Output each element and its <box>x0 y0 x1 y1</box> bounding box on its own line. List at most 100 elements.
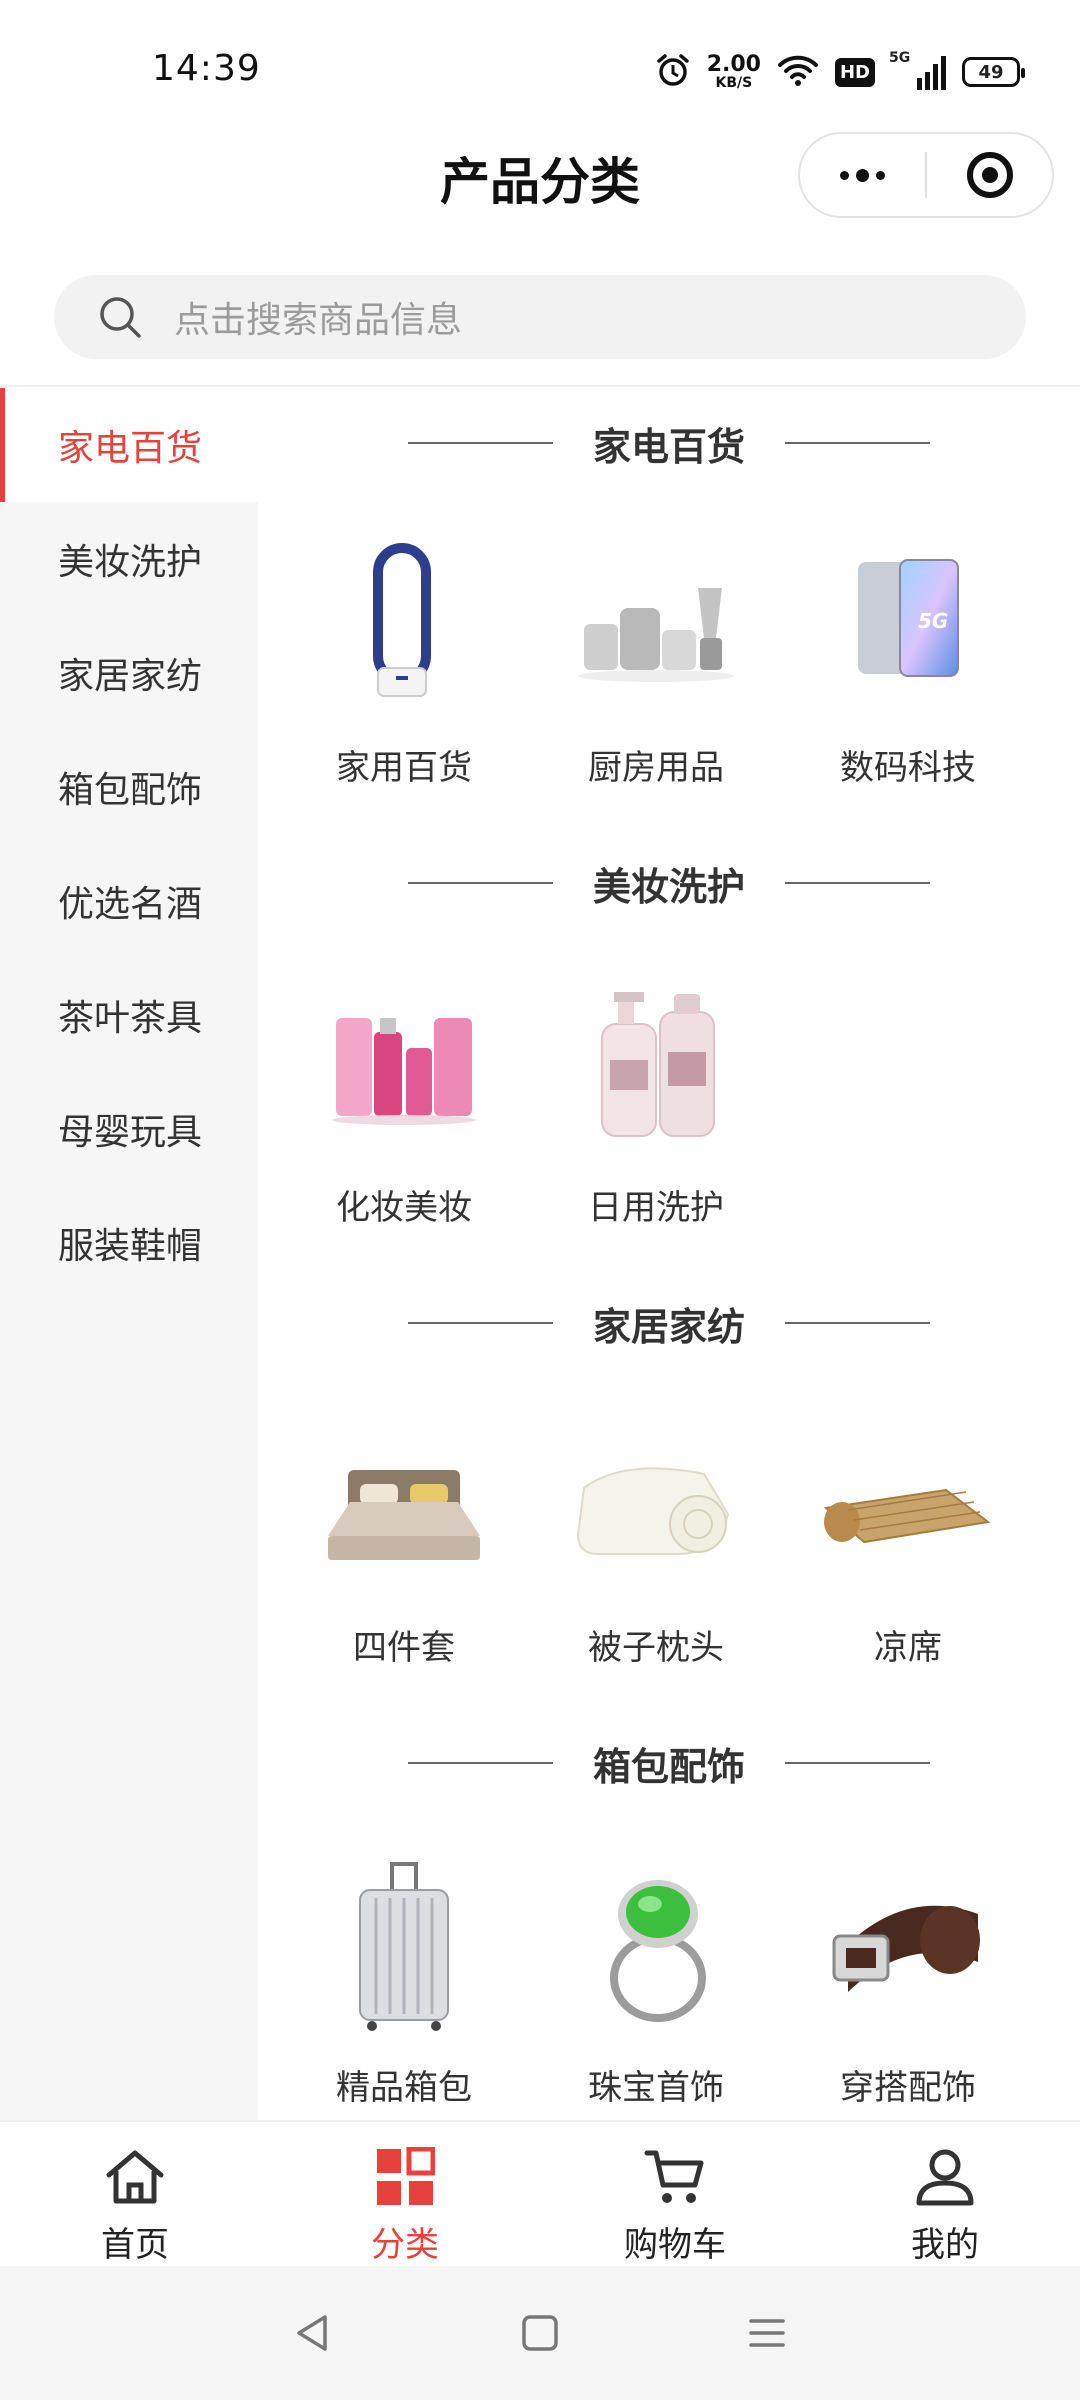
section-header: 美妆洗护 <box>258 828 1080 938</box>
tab-cart[interactable]: 购物车 <box>540 2122 810 2266</box>
category-cell[interactable]: 四件套 <box>278 1378 530 1708</box>
sidebar-item-label: 茶叶茶具 <box>58 998 203 1039</box>
tab-mine[interactable]: 我的 <box>810 2122 1080 2266</box>
tab-label: 首页 <box>101 2225 169 2265</box>
sidebar-item-home-textiles[interactable]: 家居家纺 <box>0 616 258 730</box>
section-title: 美妆洗护 <box>592 864 745 909</box>
header-divider <box>0 385 1080 387</box>
status-icons: 2.00 KB/S HD 5G 49 <box>655 50 1025 94</box>
category-cell[interactable]: 家用百货 <box>278 498 530 828</box>
signal-label: 5G <box>889 50 911 66</box>
sidebar-item-label: 母婴玩具 <box>58 1112 203 1153</box>
category-label: 被子枕头 <box>588 1628 724 1668</box>
tab-label: 我的 <box>911 2225 979 2265</box>
category-label: 家用百货 <box>336 748 472 788</box>
user-icon <box>910 2142 980 2211</box>
category-content: 家电百货 家用百货 厨房用品 5G 数码科技 美妆洗护 化妆美妆 日用洗护 家居… <box>258 388 1080 2120</box>
category-label: 精品箱包 <box>336 2068 472 2108</box>
sidebar-item-bags[interactable]: 箱包配饰 <box>0 730 258 844</box>
alarm-icon <box>655 52 691 92</box>
search-icon <box>90 287 150 347</box>
tab-label: 购物车 <box>624 2225 726 2265</box>
sidebar-item-wine[interactable]: 优选名酒 <box>0 844 258 958</box>
tab-home[interactable]: 首页 <box>0 2122 270 2266</box>
category-label: 四件套 <box>353 1628 455 1668</box>
sidebar-item-apparel[interactable]: 服装鞋帽 <box>0 1186 258 1300</box>
category-label: 厨房用品 <box>588 748 724 788</box>
sidebar-item-label: 优选名酒 <box>58 884 203 925</box>
app-screen: 14:39 2.00 KB/S HD 5G 49 产品分类 点击搜索商品信息 家… <box>0 0 1080 2400</box>
home-square-icon[interactable] <box>510 2303 570 2363</box>
sidebar-item-label: 家居家纺 <box>58 656 203 697</box>
jade-ring-image <box>566 1858 746 2038</box>
category-label: 珠宝首饰 <box>588 2068 724 2108</box>
hd-icon: HD <box>834 57 875 87</box>
category-cell[interactable]: 日用洗护 <box>530 938 782 1268</box>
category-cell[interactable]: 化妆美妆 <box>278 938 530 1268</box>
category-cell[interactable]: 精品箱包 <box>278 1818 530 2120</box>
section-beauty: 美妆洗护 化妆美妆 日用洗护 <box>258 828 1080 1268</box>
category-label: 日用洗护 <box>588 1188 724 1228</box>
tab-category[interactable]: 分类 <box>270 2122 540 2266</box>
sidebar-item-beauty[interactable]: 美妆洗护 <box>0 502 258 616</box>
category-cell[interactable]: 5G 数码科技 <box>782 498 1034 828</box>
category-label: 穿搭配饰 <box>840 2068 976 2108</box>
search-bar[interactable]: 点击搜索商品信息 <box>54 275 1026 359</box>
section-title: 家居家纺 <box>592 1304 745 1349</box>
section-header: 家居家纺 <box>258 1268 1080 1378</box>
category-grid-icon <box>370 2142 440 2211</box>
net-speed-value: 2.00 <box>706 52 761 77</box>
battery-level: 49 <box>978 61 1004 83</box>
wifi-icon <box>777 53 819 91</box>
sidebar-item-label: 箱包配饰 <box>58 770 203 811</box>
sidebar-item-tea[interactable]: 茶叶茶具 <box>0 958 258 1072</box>
suitcase-image <box>314 1858 494 2038</box>
search-placeholder: 点击搜索商品信息 <box>174 300 463 341</box>
section-home-textiles: 家居家纺 四件套 被子枕头 凉席 <box>258 1268 1080 1708</box>
sidebar-item-appliances[interactable]: 家电百货 <box>0 388 258 502</box>
bed-image <box>314 1418 494 1598</box>
menu-lines-icon[interactable] <box>737 2303 797 2363</box>
section-title: 家电百货 <box>592 424 745 469</box>
system-nav-bar <box>0 2266 1080 2400</box>
more-button[interactable] <box>800 134 925 216</box>
belt-image <box>818 1858 998 2038</box>
section-title: 箱包配饰 <box>592 1744 745 1789</box>
sidebar-item-baby-toys[interactable]: 母婴玩具 <box>0 1072 258 1186</box>
category-label: 凉席 <box>874 1628 942 1668</box>
close-button[interactable] <box>927 134 1052 216</box>
svg-text:5G: 5G <box>918 609 948 633</box>
cosmetics-image <box>314 978 494 1158</box>
section-header: 箱包配饰 <box>258 1708 1080 1818</box>
category-label: 数码科技 <box>840 748 976 788</box>
target-close-icon <box>966 152 1013 198</box>
shampoo-bottles-image <box>566 978 746 1158</box>
kitchen-appliances-image <box>566 538 746 718</box>
cart-icon <box>640 2142 710 2211</box>
category-cell[interactable]: 凉席 <box>782 1378 1034 1708</box>
category-sidebar: 家电百货 美妆洗护 家居家纺 箱包配饰 优选名酒 茶叶茶具 母婴玩具 服装鞋帽 <box>0 388 258 2120</box>
title-bar: 产品分类 <box>0 130 1080 230</box>
battery-icon: 49 <box>962 57 1025 87</box>
bottom-tab-bar: 首页 分类 购物车 我的 <box>0 2120 1080 2266</box>
section-bags: 箱包配饰 精品箱包 珠宝首饰 穿搭配饰 <box>258 1708 1080 2120</box>
mini-program-capsule <box>798 132 1054 218</box>
category-cell[interactable]: 厨房用品 <box>530 498 782 828</box>
sidebar-item-label: 美妆洗护 <box>58 542 203 583</box>
more-dots-icon <box>840 168 885 182</box>
sidebar-item-label: 家电百货 <box>58 428 203 469</box>
section-header: 家电百货 <box>258 388 1080 498</box>
category-cell[interactable]: 穿搭配饰 <box>782 1818 1034 2120</box>
smartphone-image: 5G <box>818 538 998 718</box>
status-time: 14:39 <box>152 48 261 89</box>
category-cell[interactable]: 被子枕头 <box>530 1378 782 1708</box>
status-bar: 14:39 2.00 KB/S HD 5G 49 <box>0 0 1080 130</box>
sidebar-item-label: 服装鞋帽 <box>58 1226 203 1267</box>
section-appliances: 家电百货 家用百货 厨房用品 5G 数码科技 <box>258 388 1080 828</box>
bamboo-mat-image <box>818 1418 998 1598</box>
signal-5g-icon: 5G <box>889 50 946 90</box>
net-speed: 2.00 KB/S <box>706 52 761 91</box>
bladeless-fan-image <box>314 538 494 718</box>
back-triangle-icon[interactable] <box>283 2303 343 2363</box>
category-cell[interactable]: 珠宝首饰 <box>530 1818 782 2120</box>
